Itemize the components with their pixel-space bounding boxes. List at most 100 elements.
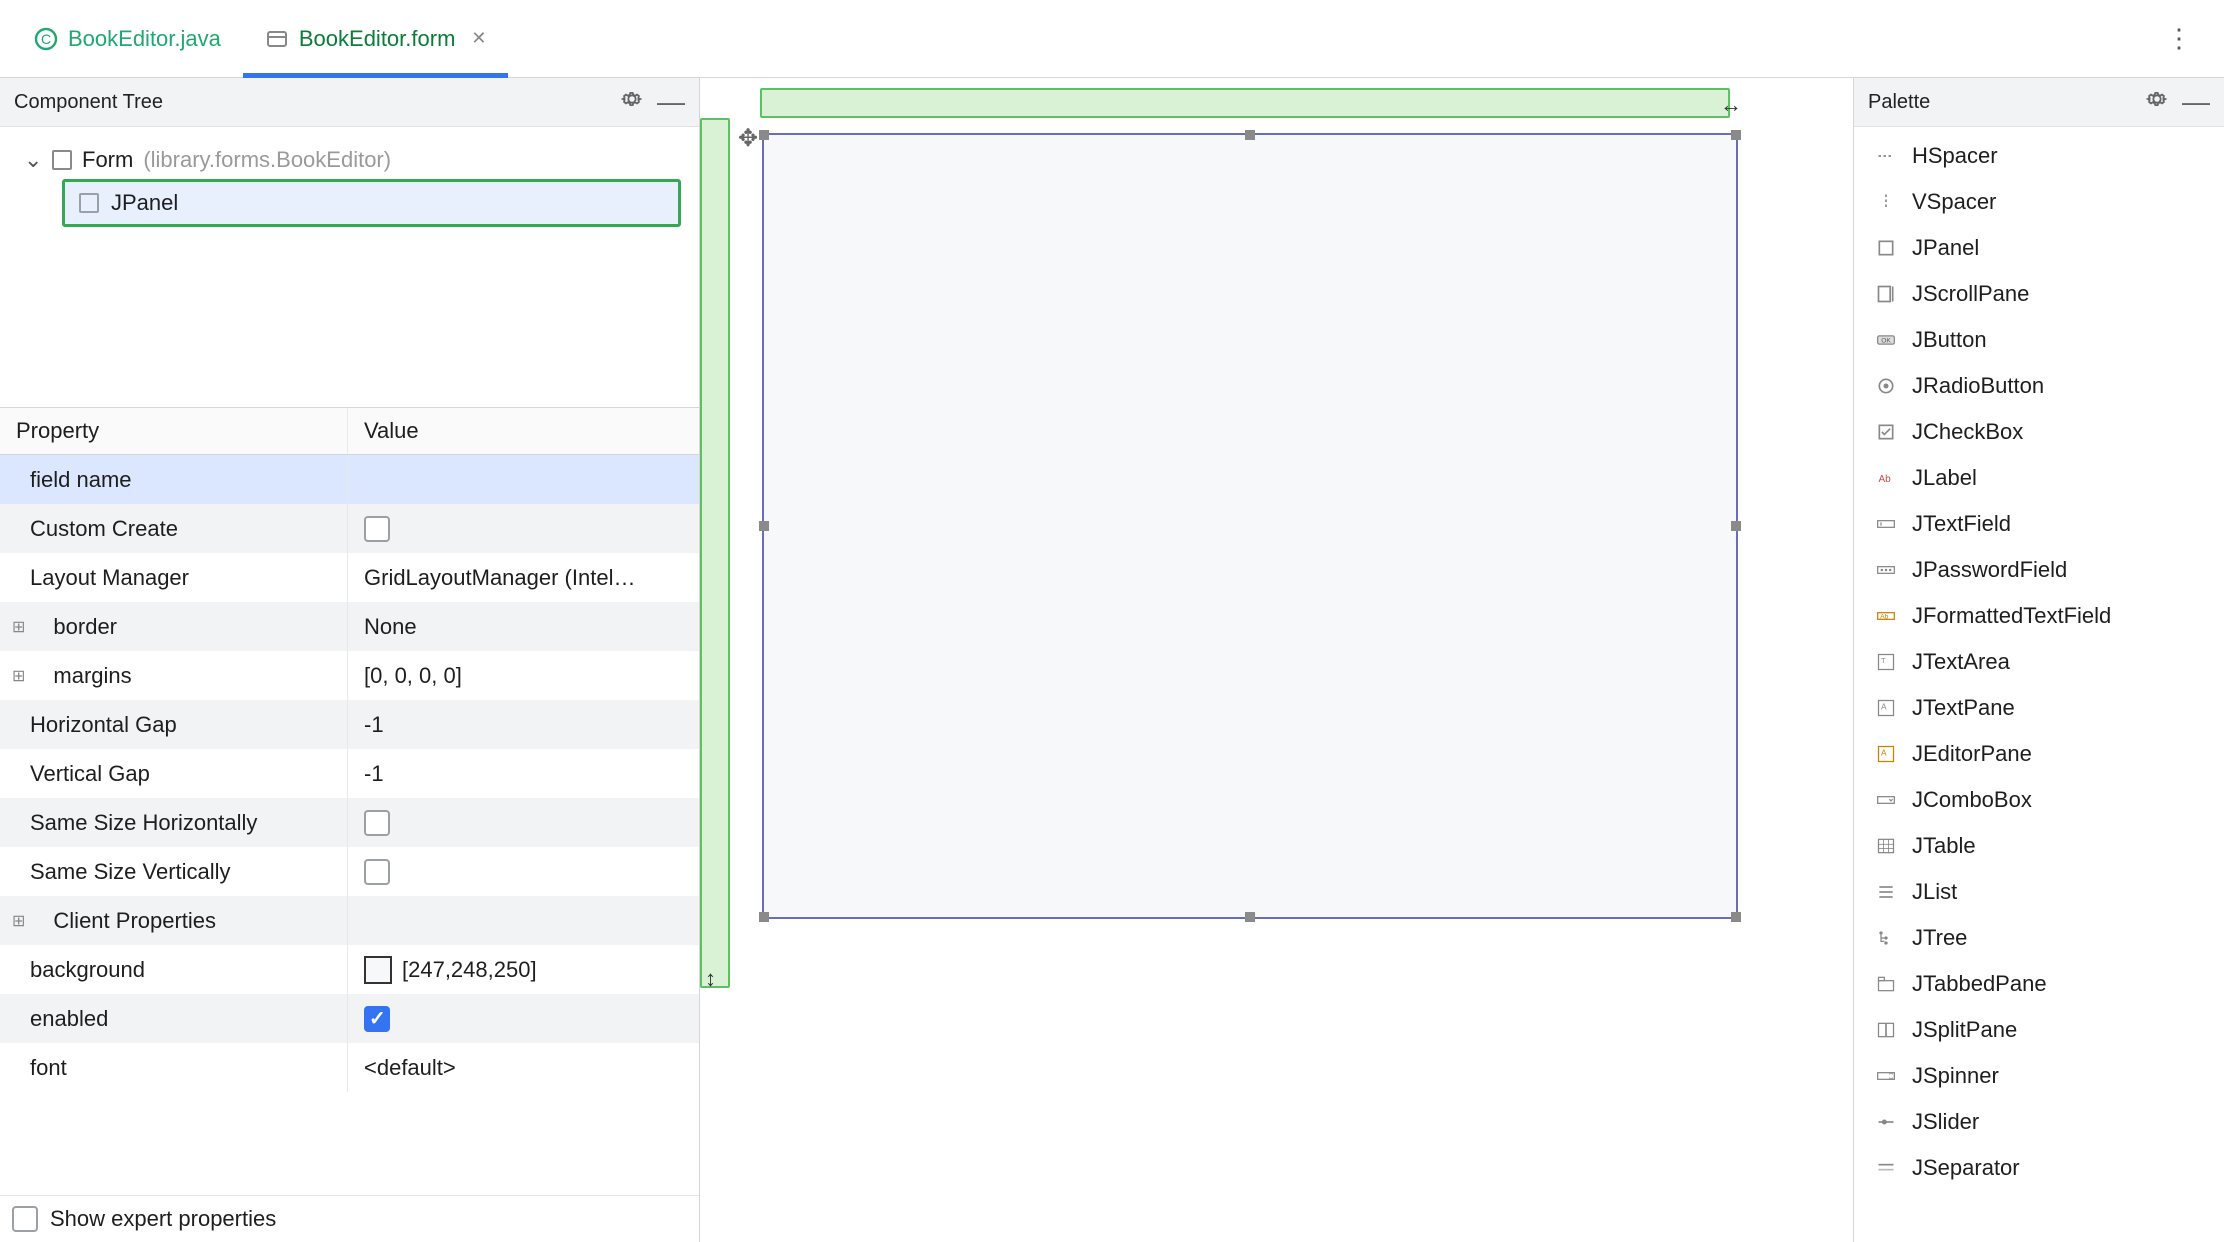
move-handle-icon[interactable]: ✥ — [738, 124, 758, 153]
property-row[interactable]: Horizontal Gap-1 — [0, 700, 699, 749]
palette-item-jseparator[interactable]: JSeparator — [1854, 1145, 2224, 1191]
palette-item-vspacer[interactable]: VSpacer — [1854, 179, 2224, 225]
show-expert-row[interactable]: Show expert properties — [0, 1195, 699, 1242]
property-row[interactable]: ⊞Client Properties — [0, 896, 699, 945]
resize-handle[interactable] — [759, 912, 769, 922]
property-value[interactable]: [0, 0, 0, 0] — [348, 651, 699, 700]
resize-horizontal-icon[interactable]: ↔ — [1720, 92, 1742, 118]
palette-item-jtable[interactable]: JTable — [1854, 823, 2224, 869]
palette-item-label: JPasswordField — [1912, 557, 2067, 583]
resize-handle[interactable] — [1731, 912, 1741, 922]
resize-handle[interactable] — [1731, 521, 1741, 531]
palette-item-jpanel[interactable]: JPanel — [1854, 225, 2224, 271]
jtextpane-icon: A — [1874, 696, 1898, 720]
minimize-icon[interactable]: — — [657, 86, 685, 118]
property-header-row: Property Value — [0, 408, 699, 455]
palette-item-jtabbedpane[interactable]: JTabbedPane — [1854, 961, 2224, 1007]
resize-handle[interactable] — [1245, 912, 1255, 922]
checkbox[interactable] — [364, 810, 390, 836]
property-row[interactable]: Same Size Vertically — [0, 847, 699, 896]
designer-jpanel[interactable] — [762, 133, 1738, 919]
palette-item-label: JScrollPane — [1912, 281, 2029, 307]
property-value[interactable] — [348, 896, 699, 945]
resize-handle[interactable] — [1731, 130, 1741, 140]
minimize-icon[interactable]: — — [2182, 86, 2210, 118]
palette-item-label: JTextArea — [1912, 649, 2010, 675]
property-row[interactable]: Vertical Gap-1 — [0, 749, 699, 798]
property-row[interactable]: Layout ManagerGridLayoutManager (Intel… — [0, 553, 699, 602]
palette-item-jlabel[interactable]: AbJLabel — [1854, 455, 2224, 501]
property-value[interactable]: [247,248,250] — [348, 945, 699, 994]
property-value[interactable]: None — [348, 602, 699, 651]
palette-item-jcombobox[interactable]: JComboBox — [1854, 777, 2224, 823]
palette-item-jspinner[interactable]: JSpinner — [1854, 1053, 2224, 1099]
palette-item-jtextarea[interactable]: TJTextArea — [1854, 639, 2224, 685]
palette-item-label: JTree — [1912, 925, 1967, 951]
palette-item-jsplitpane[interactable]: JSplitPane — [1854, 1007, 2224, 1053]
property-value[interactable] — [348, 798, 699, 847]
property-row[interactable]: field name — [0, 455, 699, 504]
palette-item-hspacer[interactable]: HSpacer — [1854, 133, 2224, 179]
resize-handle[interactable] — [1245, 130, 1255, 140]
gear-icon[interactable] — [2146, 88, 2168, 116]
jpasswordfield-icon — [1874, 558, 1898, 582]
palette-item-jtextpane[interactable]: A JTextPane — [1854, 685, 2224, 731]
designer-left-ruler[interactable]: ↕ — [700, 118, 730, 988]
resize-handle[interactable] — [759, 130, 769, 140]
palette-item-jpasswordfield[interactable]: JPasswordField — [1854, 547, 2224, 593]
property-value[interactable]: GridLayoutManager (Intel… — [348, 553, 699, 602]
property-value[interactable]: -1 — [348, 749, 699, 798]
kebab-menu-icon[interactable]: ⋮ — [2148, 23, 2212, 54]
palette-item-jscrollpane[interactable]: JScrollPane — [1854, 271, 2224, 317]
tab-form-file[interactable]: BookEditor.form ✕ — [243, 0, 509, 77]
property-value[interactable] — [348, 504, 699, 553]
tree-form-qualifier: (library.forms.BookEditor) — [143, 147, 391, 173]
property-row[interactable]: Same Size Horizontally — [0, 798, 699, 847]
tree-form-node[interactable]: ⌄ Form (library.forms.BookEditor) — [18, 141, 681, 179]
palette-item-jtree[interactable]: JTree — [1854, 915, 2224, 961]
property-row[interactable]: background[247,248,250] — [0, 945, 699, 994]
gear-icon[interactable] — [621, 88, 643, 116]
property-value[interactable]: <default> — [348, 1043, 699, 1092]
tab-java-file[interactable]: C BookEditor.java — [12, 0, 243, 77]
show-expert-checkbox[interactable] — [12, 1206, 38, 1232]
property-value[interactable]: -1 — [348, 700, 699, 749]
palette-item-jcheckbox[interactable]: JCheckBox — [1854, 409, 2224, 455]
property-row[interactable]: enabled — [0, 994, 699, 1043]
property-row[interactable]: ⊞margins[0, 0, 0, 0] — [0, 651, 699, 700]
designer-canvas[interactable]: ↔ ↕ ✥ — [700, 78, 1854, 1242]
jtextfield-icon — [1874, 512, 1898, 536]
tree-jpanel-node[interactable]: JPanel — [62, 179, 681, 227]
expand-icon[interactable]: ⊞ — [12, 666, 25, 686]
property-row[interactable]: ⊞borderNone — [0, 602, 699, 651]
palette-item-jeditorpane[interactable]: AJEditorPane — [1854, 731, 2224, 777]
expand-icon[interactable]: ⊞ — [12, 911, 25, 931]
resize-vertical-icon[interactable]: ↕ — [705, 966, 716, 992]
expand-icon[interactable]: ⊞ — [12, 617, 25, 637]
property-row[interactable]: font<default> — [0, 1043, 699, 1092]
show-expert-label: Show expert properties — [50, 1206, 276, 1232]
property-row[interactable]: Custom Create — [0, 504, 699, 553]
palette-item-jradiobutton[interactable]: JRadioButton — [1854, 363, 2224, 409]
property-value[interactable] — [348, 455, 699, 504]
designer-top-ruler[interactable]: ↔ — [760, 88, 1730, 118]
chevron-down-icon[interactable]: ⌄ — [24, 147, 42, 173]
color-swatch[interactable] — [364, 956, 392, 984]
property-value[interactable] — [348, 847, 699, 896]
palette-item-jtextfield[interactable]: JTextField — [1854, 501, 2224, 547]
checkbox[interactable] — [364, 859, 390, 885]
palette-item-label: JTabbedPane — [1912, 971, 2047, 997]
palette-item-jbutton[interactable]: OKJButton — [1854, 317, 2224, 363]
palette-item-label: JList — [1912, 879, 1957, 905]
property-value[interactable] — [348, 994, 699, 1043]
checkbox[interactable] — [364, 1006, 390, 1032]
palette-item-label: JTextPane — [1912, 695, 2015, 721]
palette-item-jslider[interactable]: JSlider — [1854, 1099, 2224, 1145]
checkbox[interactable] — [364, 516, 390, 542]
palette-item-jlist[interactable]: JList — [1854, 869, 2224, 915]
palette-item-jformattedtextfield[interactable]: AbJFormattedTextField — [1854, 593, 2224, 639]
resize-handle[interactable] — [759, 521, 769, 531]
svg-text:A: A — [1881, 748, 1887, 758]
close-icon[interactable]: ✕ — [471, 28, 486, 49]
property-name: Same Size Horizontally — [0, 798, 348, 847]
